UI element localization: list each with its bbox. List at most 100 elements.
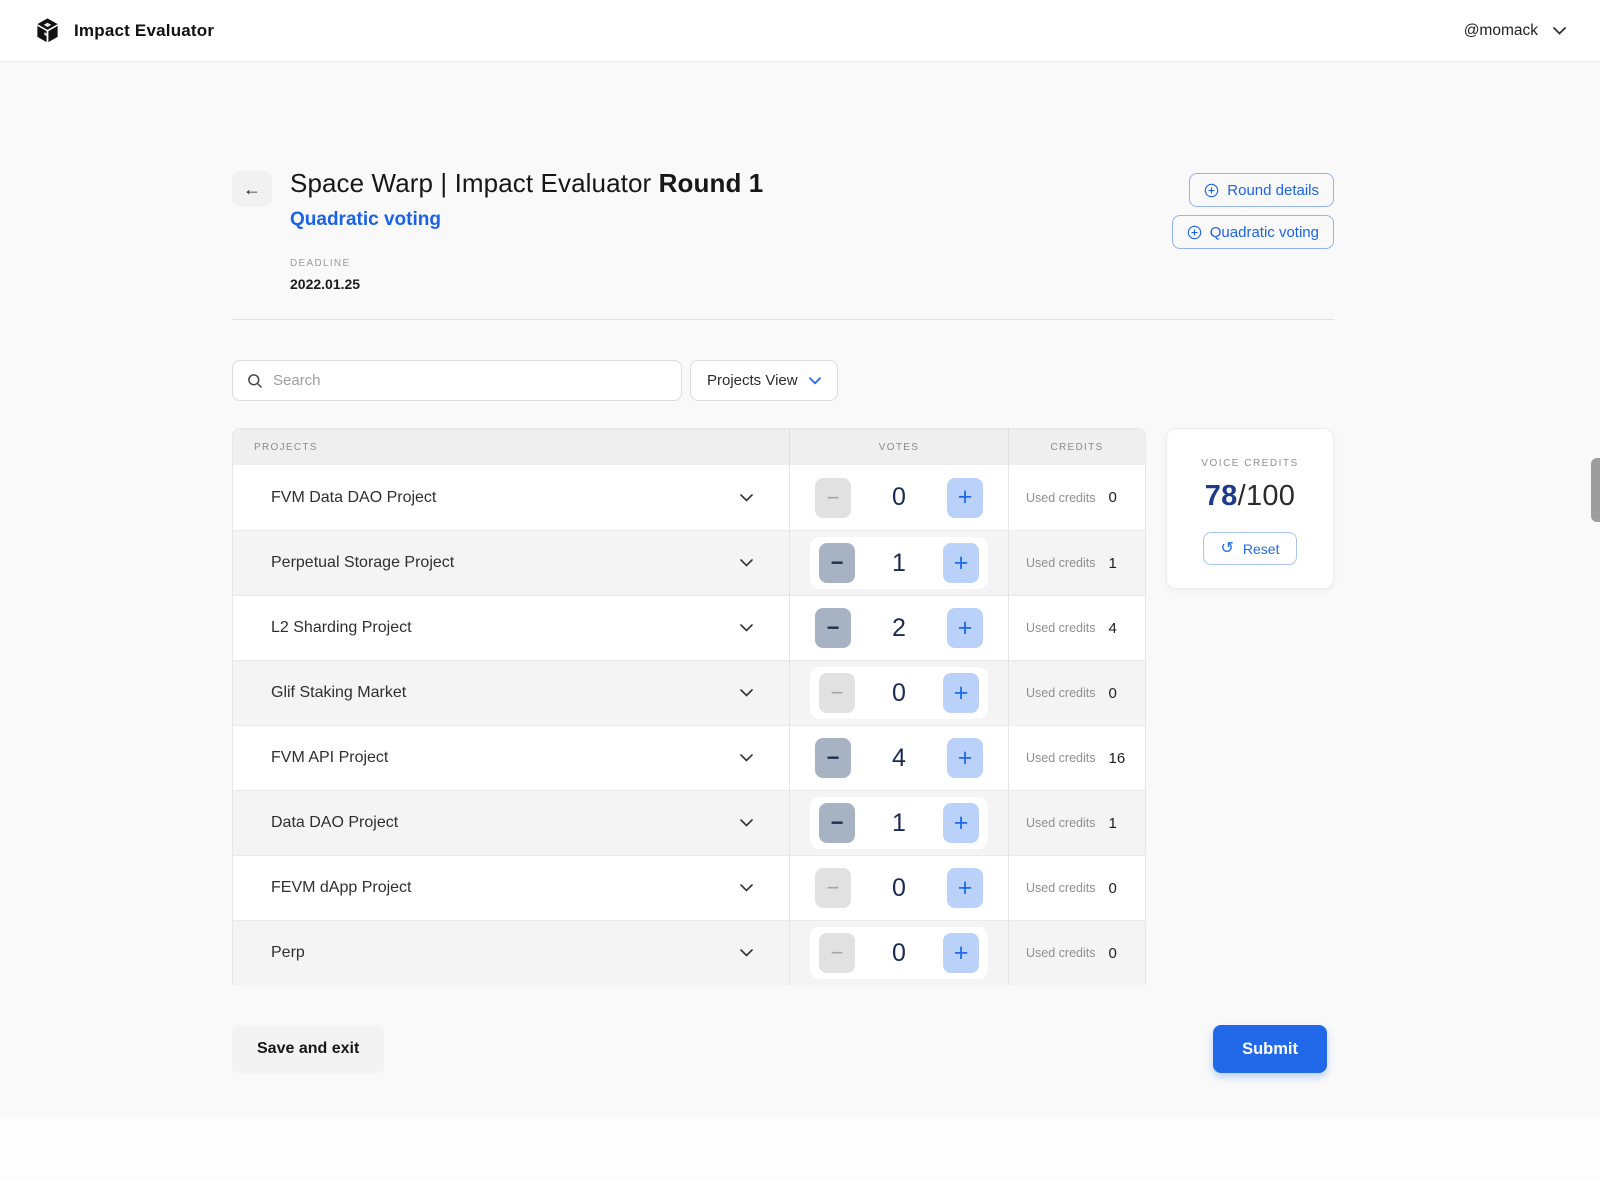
decrease-vote-button[interactable]: − xyxy=(815,738,851,778)
plus-icon: + xyxy=(958,616,973,641)
expand-chevron-icon[interactable] xyxy=(740,819,753,827)
search-input[interactable] xyxy=(273,372,667,389)
chevron-down-icon xyxy=(1553,27,1566,35)
projects-view-dropdown[interactable]: Projects View xyxy=(690,360,838,401)
increase-vote-button[interactable]: + xyxy=(943,543,979,583)
increase-vote-button[interactable]: + xyxy=(943,933,979,973)
decrease-vote-button[interactable]: − xyxy=(815,608,851,648)
vote-stepper: − 0 + xyxy=(815,478,983,518)
decrease-vote-button[interactable]: − xyxy=(819,673,855,713)
page-header: ← Space Warp | Impact Evaluator Round 1 … xyxy=(232,168,1334,292)
decrease-vote-button[interactable]: − xyxy=(819,803,855,843)
decrease-vote-button[interactable]: − xyxy=(819,543,855,583)
expand-chevron-icon[interactable] xyxy=(740,559,753,567)
vote-stepper: − 0 + xyxy=(810,927,988,979)
vote-stepper: − 4 + xyxy=(815,738,983,778)
table-row: L2 Sharding Project − 2 + Used credits 4 xyxy=(233,595,1145,660)
table-row: Perp − 0 + Used credits 0 xyxy=(233,920,1145,985)
vote-stepper: − 2 + xyxy=(815,608,983,648)
expand-chevron-icon[interactable] xyxy=(740,884,753,892)
table-row: Glif Staking Market − 0 + Used credits 0 xyxy=(233,660,1145,725)
used-credits-label: Used credits xyxy=(1026,751,1095,765)
increase-vote-button[interactable]: + xyxy=(947,738,983,778)
plus-icon: + xyxy=(954,551,969,576)
increase-vote-button[interactable]: + xyxy=(943,673,979,713)
user-menu[interactable]: @momack xyxy=(1464,22,1566,40)
project-name: FVM Data DAO Project xyxy=(271,489,436,507)
table-body: FVM Data DAO Project − 0 + Used credits … xyxy=(233,465,1145,985)
used-credits-label: Used credits xyxy=(1026,816,1095,830)
projects-table: PROJECTS VOTES CREDITS FVM Data DAO Proj… xyxy=(232,428,1146,985)
search-box[interactable] xyxy=(232,360,682,401)
decrease-vote-button[interactable]: − xyxy=(819,933,855,973)
expand-chevron-icon[interactable] xyxy=(740,754,753,762)
vote-count: 0 xyxy=(892,874,906,903)
increase-vote-button[interactable]: + xyxy=(947,478,983,518)
minus-icon: − xyxy=(827,747,840,769)
reset-button[interactable]: ↺ Reset xyxy=(1203,532,1298,565)
used-credits-value: 0 xyxy=(1108,945,1116,962)
table-row: FVM Data DAO Project − 0 + Used credits … xyxy=(233,465,1145,530)
project-name: Perpetual Storage Project xyxy=(271,554,454,572)
minus-icon: − xyxy=(827,487,840,509)
increase-vote-button[interactable]: + xyxy=(947,608,983,648)
increase-vote-button[interactable]: + xyxy=(947,868,983,908)
search-icon xyxy=(247,373,263,389)
header-divider xyxy=(232,319,1334,320)
column-header-projects: PROJECTS xyxy=(233,429,789,465)
brand: Impact Evaluator xyxy=(34,17,214,44)
voice-credits-label: VOICE CREDITS xyxy=(1201,458,1298,469)
toolbar: Projects View xyxy=(232,360,1334,401)
plus-icon: + xyxy=(958,746,973,771)
table-row: Data DAO Project − 1 + Used credits 1 xyxy=(233,790,1145,855)
reset-undo-icon: ↺ xyxy=(1221,541,1234,557)
bottom-strip xyxy=(0,1118,1600,1180)
used-credits-value: 0 xyxy=(1108,880,1116,897)
back-button[interactable]: ← xyxy=(232,171,272,207)
circle-plus-icon xyxy=(1204,183,1219,198)
expand-chevron-icon[interactable] xyxy=(740,624,753,632)
used-credits-value: 0 xyxy=(1108,685,1116,702)
expand-chevron-icon[interactable] xyxy=(740,949,753,957)
used-credits-label: Used credits xyxy=(1026,556,1095,570)
page-title: Space Warp | Impact Evaluator Round 1 xyxy=(290,168,763,199)
plus-icon: + xyxy=(954,811,969,836)
project-name: Data DAO Project xyxy=(271,814,398,832)
column-header-votes: VOTES xyxy=(789,429,1008,465)
page-content: ← Space Warp | Impact Evaluator Round 1 … xyxy=(0,62,1600,1118)
scrollbar-thumb[interactable] xyxy=(1591,458,1600,522)
vote-stepper: − 1 + xyxy=(810,537,988,589)
used-credits-value: 16 xyxy=(1108,750,1125,767)
used-credits-label: Used credits xyxy=(1026,491,1095,505)
submit-button[interactable]: Submit xyxy=(1213,1025,1327,1073)
project-name: FEVM dApp Project xyxy=(271,879,412,897)
vote-count: 0 xyxy=(892,483,906,512)
vote-stepper: − 0 + xyxy=(815,868,983,908)
vote-count: 4 xyxy=(892,744,906,773)
username: @momack xyxy=(1464,22,1538,40)
column-header-credits: CREDITS xyxy=(1008,429,1145,465)
round-details-button[interactable]: Round details xyxy=(1189,173,1334,207)
expand-chevron-icon[interactable] xyxy=(740,689,753,697)
minus-icon: − xyxy=(831,942,844,964)
vote-count: 0 xyxy=(892,679,906,708)
minus-icon: − xyxy=(831,682,844,704)
app-title: Impact Evaluator xyxy=(74,21,214,41)
used-credits-label: Used credits xyxy=(1026,621,1095,635)
vote-count: 1 xyxy=(892,549,906,578)
chevron-down-icon xyxy=(809,377,821,385)
top-navbar: Impact Evaluator @momack xyxy=(0,0,1600,62)
used-credits-value: 1 xyxy=(1108,815,1116,832)
project-name: FVM API Project xyxy=(271,749,388,767)
save-and-exit-button[interactable]: Save and exit xyxy=(232,1025,384,1073)
table-header: PROJECTS VOTES CREDITS xyxy=(233,429,1145,465)
decrease-vote-button[interactable]: − xyxy=(815,478,851,518)
used-credits-label: Used credits xyxy=(1026,686,1095,700)
voice-credits-card: VOICE CREDITS 78/100 ↺ Reset xyxy=(1166,428,1334,589)
quadratic-voting-button[interactable]: Quadratic voting xyxy=(1172,215,1334,249)
increase-vote-button[interactable]: + xyxy=(943,803,979,843)
expand-chevron-icon[interactable] xyxy=(740,494,753,502)
credits-used: 78 xyxy=(1205,480,1238,512)
decrease-vote-button[interactable]: − xyxy=(815,868,851,908)
circle-plus-icon xyxy=(1187,225,1202,240)
